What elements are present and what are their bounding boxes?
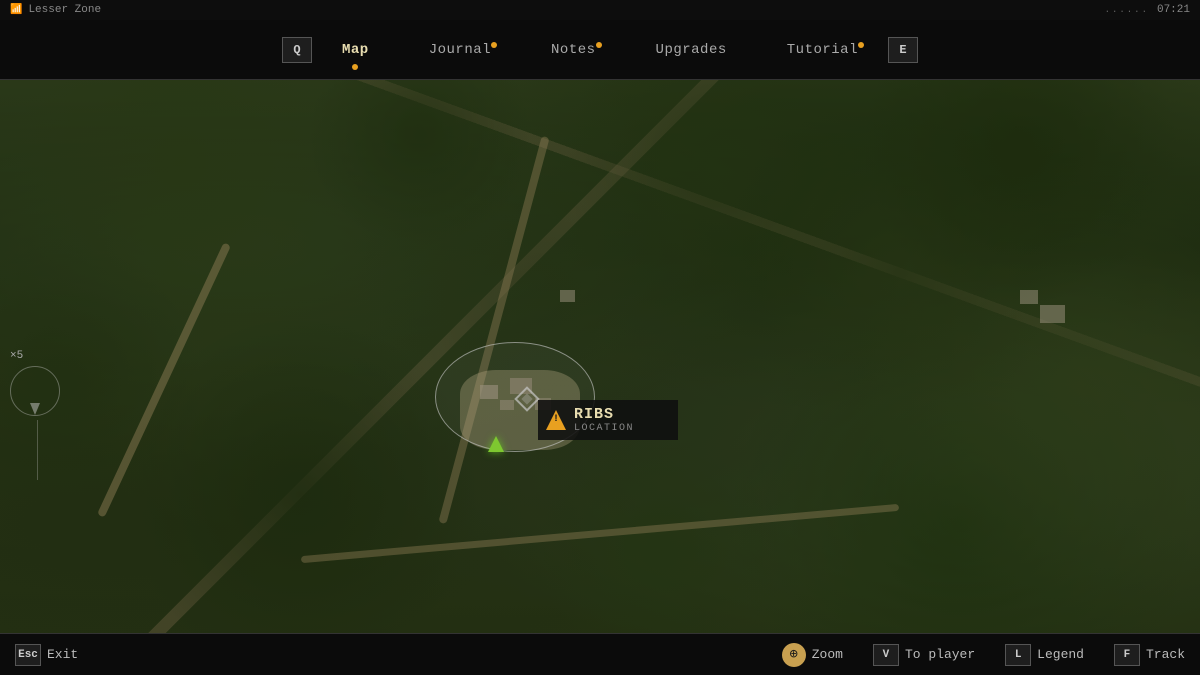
exit-item[interactable]: Esc Exit — [15, 644, 78, 666]
compass-circle — [10, 366, 60, 416]
map-area[interactable]: RIBS LOCATION ×5 — [0, 80, 1200, 633]
nav-tab-tutorial[interactable]: Tutorial — [757, 34, 888, 66]
tutorial-notification-dot — [858, 42, 864, 48]
warning-icon — [546, 410, 566, 430]
track-label: Track — [1146, 647, 1185, 662]
track-item[interactable]: F Track — [1114, 644, 1185, 666]
bottom-bar: Esc Exit ⊕ Zoom V To player L Legend F T… — [0, 633, 1200, 675]
player-marker — [488, 436, 504, 452]
clock: 07:21 — [1157, 4, 1190, 16]
legend-item[interactable]: L Legend — [1005, 644, 1084, 666]
exit-label: Exit — [47, 647, 78, 662]
map-background: RIBS LOCATION ×5 — [0, 80, 1200, 633]
nav-tab-notes[interactable]: Notes — [521, 34, 626, 66]
road-2 — [438, 136, 549, 524]
location-type: LOCATION — [574, 423, 634, 434]
to-player-item[interactable]: V To player — [873, 644, 975, 666]
notes-notification-dot — [596, 42, 602, 48]
nav-tab-map[interactable]: Map — [312, 34, 399, 66]
zoom-level: ×5 — [10, 350, 65, 362]
app-title: Lesser Zone — [28, 4, 101, 16]
location-name: RIBS — [574, 406, 634, 423]
legend-label: Legend — [1037, 647, 1084, 662]
v-key[interactable]: V — [873, 644, 899, 666]
f-key[interactable]: F — [1114, 644, 1140, 666]
nav-tab-journal[interactable]: Journal — [399, 34, 521, 66]
journal-notification-dot — [491, 42, 497, 48]
tooltip-content: RIBS LOCATION — [574, 406, 634, 434]
building-8 — [1040, 305, 1065, 323]
compass-arrow — [30, 403, 40, 415]
nav-key-q[interactable]: Q — [282, 37, 312, 63]
to-player-label: To player — [905, 647, 975, 662]
l-key[interactable]: L — [1005, 644, 1031, 666]
road-1 — [97, 242, 231, 517]
building-7 — [1020, 290, 1038, 304]
zoom-item[interactable]: ⊕ Zoom — [782, 643, 843, 667]
nav-tab-upgrades[interactable]: Upgrades — [626, 34, 757, 66]
road-3 — [301, 504, 899, 563]
dots-indicator: ...... — [1105, 5, 1149, 15]
zoom-label: Zoom — [812, 647, 843, 662]
nav-bar: Q Map Journal Notes Upgrades Tutorial E — [0, 20, 1200, 80]
zoom-indicator: ×5 — [10, 350, 65, 480]
location-tooltip: RIBS LOCATION — [538, 400, 678, 440]
system-bar: 📶 Lesser Zone ...... 07:21 — [0, 0, 1200, 20]
building-4 — [560, 290, 575, 302]
zoom-line — [37, 420, 39, 480]
nav-key-e[interactable]: E — [888, 37, 918, 63]
esc-key[interactable]: Esc — [15, 644, 41, 666]
signal-icon: 📶 — [10, 4, 22, 16]
zoom-icon: ⊕ — [782, 643, 806, 667]
